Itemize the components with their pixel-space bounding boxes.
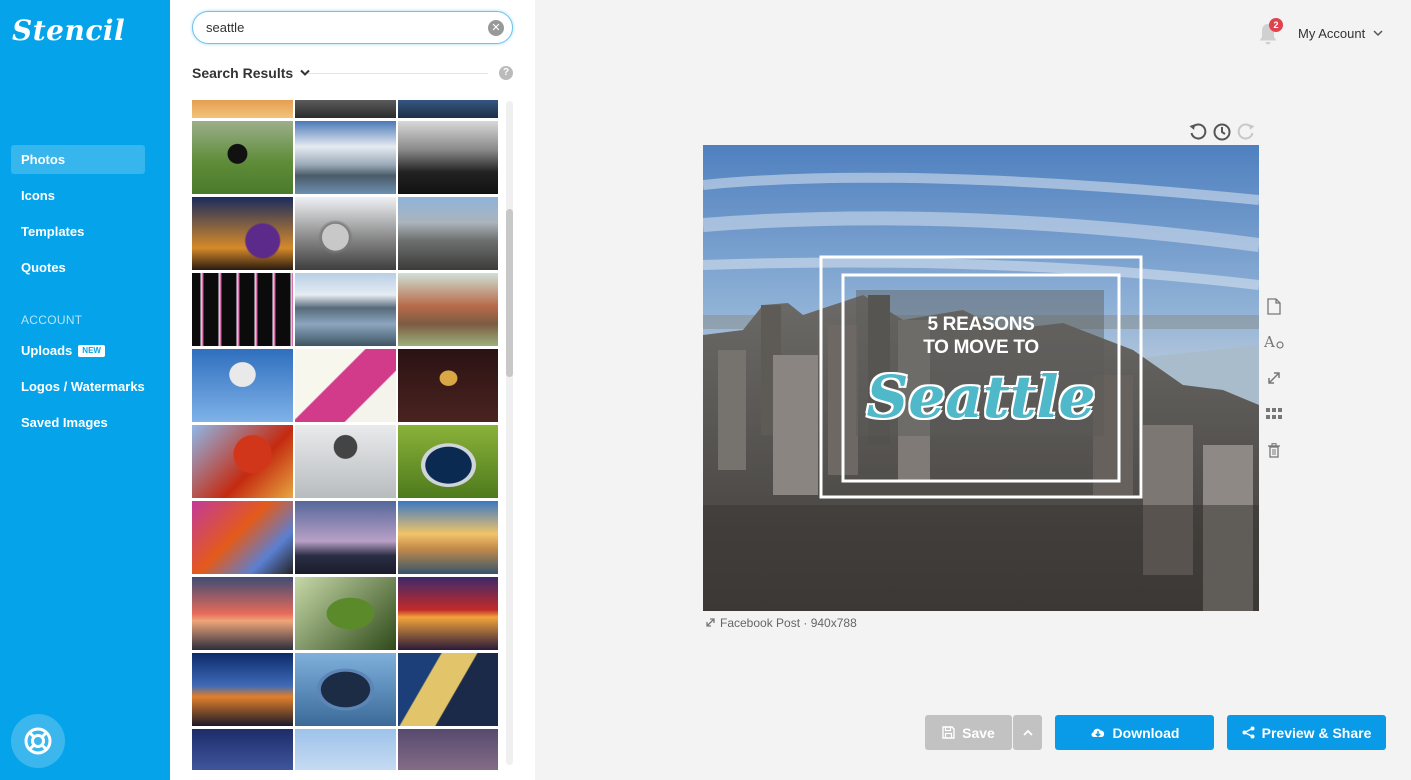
document-icon (1267, 297, 1281, 315)
photo-thumbnail-dusk-skyline[interactable] (295, 501, 396, 574)
expand-icon (1268, 372, 1280, 384)
search-results-label: Search Results (192, 65, 294, 81)
delete-tool[interactable] (1264, 440, 1284, 460)
new-canvas-tool[interactable] (1264, 296, 1284, 316)
nav-item-label: Uploads (21, 343, 73, 358)
canvas-size-caption[interactable]: Facebook Post · 940x788 (705, 616, 857, 630)
nav-item-logos-watermarks[interactable]: Logos / Watermarks (11, 372, 145, 401)
photo-thumbnail-purple-sky[interactable] (398, 729, 498, 770)
nav-item-templates[interactable]: Templates (11, 217, 145, 246)
photo-thumbnail-public-market[interactable] (398, 577, 498, 650)
photo-thumbnail-pink-sunset[interactable] (192, 577, 293, 650)
search-panel: ✕ Search Results ? (170, 0, 535, 780)
search-input[interactable] (193, 12, 473, 43)
help-question-icon[interactable]: ? (499, 66, 513, 80)
svg-text:A: A (1264, 333, 1275, 351)
photo-thumbnail-night-highway[interactable] (192, 653, 293, 726)
download-button[interactable]: Download (1055, 715, 1214, 750)
photo-thumbnail-space-needle-bw[interactable] (295, 425, 396, 498)
grid-icon (1266, 408, 1282, 419)
photo-thumbnail-space-needle-gold[interactable] (398, 653, 498, 726)
add-text-icon: A (1264, 333, 1284, 351)
design-canvas[interactable]: 5 REASONS TO MOVE TO Seattle (703, 145, 1259, 611)
stencil-logo[interactable]: Stencil (12, 14, 125, 47)
photo-thumbnail-emp-museum[interactable] (192, 501, 293, 574)
save-options-button[interactable] (1013, 715, 1042, 750)
new-badge: NEW (78, 345, 105, 357)
save-button[interactable]: Save (925, 715, 1012, 750)
preview-share-button[interactable]: Preview & Share (1227, 715, 1386, 750)
results-scrollbar[interactable] (506, 101, 513, 765)
photo-thumbnail-seahawks-football[interactable] (295, 653, 396, 726)
photo-thumbnail-space-needle-up[interactable] (192, 349, 293, 422)
photo-thumbnail-red-leaves[interactable] (192, 425, 293, 498)
trash-icon (1268, 442, 1280, 458)
photo-thumbnail-skyline-strip[interactable] (398, 100, 498, 118)
my-account-menu[interactable]: My Account (1298, 26, 1383, 41)
download-label: Download (1112, 724, 1180, 741)
share-icon (1242, 726, 1255, 739)
canvas-caption-text: Facebook Post · 940x788 (720, 616, 857, 630)
redo-icon[interactable] (1236, 122, 1256, 142)
account-section-label: ACCOUNT (21, 313, 83, 327)
notification-count-badge: 2 (1269, 18, 1283, 32)
grid-tool[interactable] (1264, 404, 1284, 424)
clear-search-icon[interactable]: ✕ (488, 20, 504, 36)
resize-tool[interactable] (1264, 368, 1284, 388)
left-nav: Stencil Photos Icons Templates Quotes AC… (0, 0, 170, 780)
resize-icon (706, 618, 715, 627)
photo-thumbnail-gas-works[interactable] (398, 273, 498, 346)
share-label: Preview & Share (1261, 724, 1372, 741)
photo-thumbnail-sunset-strip[interactable] (192, 100, 293, 118)
photo-thumbnail-cloudy-tower[interactable] (295, 729, 396, 770)
help-button[interactable] (11, 714, 65, 768)
nav-item-quotes[interactable]: Quotes (11, 253, 145, 282)
nav-item-icons[interactable]: Icons (11, 181, 145, 210)
floppy-disk-icon (942, 726, 955, 739)
results-grid (192, 100, 498, 770)
results-grid-viewport (192, 100, 498, 770)
search-results-dropdown[interactable]: Search Results (192, 65, 310, 81)
photo-thumbnail-harbor-sunset[interactable] (398, 501, 498, 574)
cloud-download-icon (1091, 728, 1104, 738)
photo-thumbnail-metal-sphere[interactable] (295, 197, 396, 270)
scrollbar-thumb[interactable] (506, 209, 513, 377)
account-label: My Account (1298, 26, 1366, 41)
photo-thumbnail-seahawks-ball[interactable] (398, 425, 498, 498)
headline-line-2[interactable]: TO MOVE TO (703, 337, 1259, 359)
photo-thumbnail-crow-on-grass[interactable] (192, 121, 293, 194)
chevron-down-icon (1373, 30, 1383, 37)
search-box: ✕ (192, 11, 513, 44)
photo-thumbnail-industrial-bw[interactable] (398, 121, 498, 194)
nav-item-saved-images[interactable]: Saved Images (11, 408, 145, 437)
photo-thumbnail-space-needle-night[interactable] (398, 349, 498, 422)
undo-icon[interactable] (1188, 122, 1208, 142)
nav-item-uploads[interactable]: Uploads NEW (11, 336, 145, 365)
divider (308, 73, 488, 74)
chevron-up-icon (1022, 729, 1033, 736)
photo-thumbnail-green-leaf[interactable] (295, 577, 396, 650)
text-tool[interactable]: A (1264, 332, 1284, 352)
photo-thumbnail-lake-view[interactable] (295, 273, 396, 346)
headline-line-1[interactable]: 5 REASONS (703, 314, 1259, 336)
photo-thumbnail-car-wash-sign[interactable] (295, 349, 396, 422)
nav-item-photos[interactable]: Photos (11, 145, 145, 174)
photo-thumbnail-blue-dusk[interactable] (192, 729, 293, 770)
lifebuoy-icon (24, 727, 52, 755)
save-label: Save (962, 724, 995, 741)
photo-thumbnail-pier-bw-strip[interactable] (295, 100, 396, 118)
photo-thumbnail-skyline-clouds[interactable] (295, 121, 396, 194)
photo-thumbnail-neon-lights[interactable] (192, 273, 293, 346)
history-icon[interactable] (1212, 122, 1232, 142)
photo-thumbnail-aerial-city[interactable] (398, 197, 498, 270)
photo-thumbnail-night-skyline-dome[interactable] (192, 197, 293, 270)
script-headline[interactable]: Seattle (703, 363, 1259, 431)
